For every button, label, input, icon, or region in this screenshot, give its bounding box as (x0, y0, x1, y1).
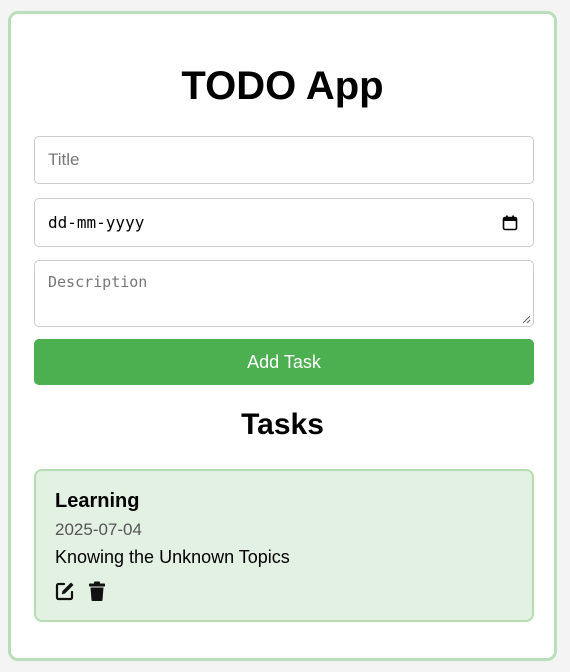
description-textarea[interactable]: Description (34, 260, 534, 327)
resize-handle-icon[interactable] (522, 315, 531, 324)
task-title: Learning (55, 490, 140, 512)
calendar-icon[interactable] (502, 215, 518, 231)
task-date: 2025-07-04 (55, 520, 142, 539)
add-task-button[interactable]: Add Task (34, 339, 534, 385)
app-container: TODO App Title dd-mm-yyyy Description Ad… (8, 11, 557, 661)
tasks-heading: Tasks (241, 408, 324, 441)
page-title: TODO App (181, 64, 384, 108)
task-card: Learning 2025-07-04 Knowing the Unknown … (34, 469, 534, 622)
edit-icon[interactable] (54, 580, 76, 602)
trash-icon[interactable] (86, 580, 108, 602)
task-description: Knowing the Unknown Topics (55, 547, 290, 567)
title-placeholder: Title (48, 150, 80, 169)
date-placeholder: dd-mm-yyyy (48, 213, 145, 232)
title-input[interactable]: Title (34, 136, 534, 184)
description-placeholder: Description (48, 273, 148, 291)
date-input[interactable]: dd-mm-yyyy (34, 198, 534, 247)
